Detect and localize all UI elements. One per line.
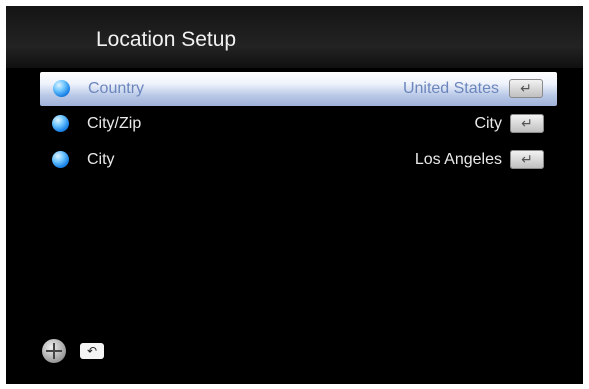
enter-key-icon[interactable]: ↵ xyxy=(509,79,543,98)
globe-icon xyxy=(52,151,69,168)
globe-icon xyxy=(53,80,70,97)
menu-item-city[interactable]: City Los Angeles ↵ xyxy=(44,144,554,176)
enter-key-icon[interactable]: ↵ xyxy=(510,114,544,133)
menu-item-label: City xyxy=(87,151,115,168)
menu-item-country[interactable]: Country United States ↵ xyxy=(40,72,557,106)
menu-item-value: Los Angeles xyxy=(414,151,502,168)
footer-hints: ↶ xyxy=(42,339,122,365)
tv-screen: Location Setup Country United States ↵ C… xyxy=(6,6,583,384)
menu-item-label: Country xyxy=(88,80,145,97)
header-bar: Location Setup xyxy=(6,6,583,68)
menu-item-value: City xyxy=(474,115,502,132)
menu-item-label: City/Zip xyxy=(87,115,142,132)
return-icon[interactable]: ↶ xyxy=(80,343,104,359)
enter-key-icon[interactable]: ↵ xyxy=(510,150,544,169)
globe-icon xyxy=(52,115,69,132)
menu-item-city-zip[interactable]: City/Zip City ↵ xyxy=(44,108,554,140)
menu-item-value: United States xyxy=(402,80,499,97)
page-title: Location Setup xyxy=(96,28,237,51)
dpad-icon xyxy=(42,339,66,363)
